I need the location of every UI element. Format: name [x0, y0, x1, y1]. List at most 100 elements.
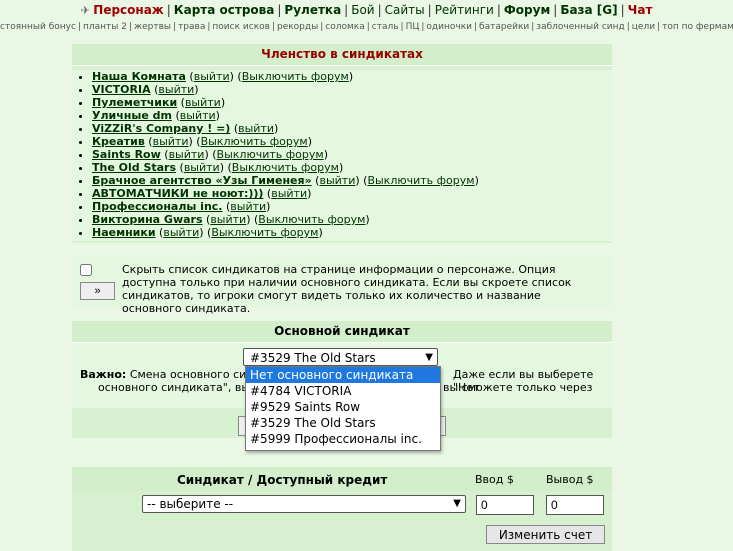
- subnav-separator: |: [173, 22, 177, 32]
- leave-syndicate-link[interactable]: выйти: [319, 174, 355, 187]
- subnav-separator: |: [128, 22, 132, 32]
- leave-syndicate-link[interactable]: выйти: [210, 213, 246, 226]
- syndicate-list-item: VICTORIA (выйти): [92, 83, 612, 96]
- withdraw-input[interactable]: [546, 495, 604, 515]
- dropdown-option[interactable]: #9529 Saints Row: [246, 399, 440, 415]
- leave-syndicate-link[interactable]: выйти: [153, 135, 189, 148]
- nav-separator: |: [553, 3, 558, 17]
- chevron-down-icon: ▼: [453, 498, 461, 509]
- main-syndicate-dropdown[interactable]: Нет основного синдиката #4784 VICTORIA #95…: [245, 366, 441, 451]
- plane-icon: ✈: [80, 4, 94, 17]
- disable-forum-link[interactable]: Выключить форум: [242, 70, 349, 83]
- subnav-link[interactable]: батарейки: [479, 22, 529, 32]
- change-account-button[interactable]: Изменить счет: [486, 525, 605, 544]
- syndicate-list: Наша Комната (выйти) (Выключить форум)VI…: [72, 70, 612, 241]
- disable-forum-link[interactable]: Выключить форум: [232, 161, 339, 174]
- leave-syndicate-link[interactable]: выйти: [180, 109, 216, 122]
- subnav-link[interactable]: жертвы: [134, 22, 171, 32]
- credit-panel: Синдикат / Доступный кредит Ввод $ Вывод…: [72, 467, 612, 551]
- apply-hide-button[interactable]: »: [80, 282, 115, 300]
- nav-link[interactable]: Карта острова: [174, 3, 275, 17]
- syndicate-list-item: Уличные dm (выйти): [92, 109, 612, 122]
- deposit-input[interactable]: [476, 495, 534, 515]
- dropdown-option[interactable]: #3529 The Old Stars: [246, 415, 440, 431]
- nav-link[interactable]: База [G]: [560, 3, 617, 17]
- nav-link[interactable]: Чат: [628, 3, 653, 17]
- subnav-link[interactable]: цели: [632, 22, 655, 32]
- subnav-link[interactable]: трава: [178, 22, 205, 32]
- syndicate-link[interactable]: VICTORIA: [92, 83, 151, 96]
- subnav-separator: |: [271, 22, 275, 32]
- nav-link[interactable]: Сайты: [385, 3, 425, 17]
- subnav-link[interactable]: стоянный бонус: [0, 22, 76, 32]
- disable-forum-link[interactable]: Выключить форум: [201, 135, 308, 148]
- syndicate-link[interactable]: Пулеметчики: [92, 96, 177, 109]
- hide-list-checkbox[interactable]: [80, 264, 92, 276]
- leave-syndicate-link[interactable]: выйти: [271, 187, 307, 200]
- disable-forum-link[interactable]: Выключить форум: [211, 226, 318, 239]
- dropdown-option[interactable]: Нет основного синдиката: [246, 367, 440, 383]
- subnav-separator: |: [77, 22, 81, 32]
- syndicate-link[interactable]: Saints Row: [92, 148, 161, 161]
- syndicate-link[interactable]: Профессионалы inc.: [92, 200, 222, 213]
- leave-syndicate-link[interactable]: выйти: [184, 161, 220, 174]
- credit-title: Синдикат / Доступный кредит: [177, 473, 388, 487]
- syndicate-link[interactable]: АВТОМАТЧИКИ не ноют:))): [92, 187, 263, 200]
- subnav-link[interactable]: сталь: [372, 22, 399, 32]
- nav-separator: |: [277, 3, 282, 17]
- hide-list-description: Скрыть список синдикатов на странице инф…: [122, 263, 572, 315]
- syndicate-link[interactable]: Наша Комната: [92, 70, 186, 83]
- syndicate-list-item: Брачное агентство «Узы Гименея» (выйти) …: [92, 174, 612, 187]
- nav-separator: |: [377, 3, 382, 17]
- leave-syndicate-link[interactable]: выйти: [238, 122, 274, 135]
- leave-syndicate-link[interactable]: выйти: [163, 226, 199, 239]
- nav-link[interactable]: Форум: [504, 3, 550, 17]
- nav-separator: |: [496, 3, 501, 17]
- syndicate-list-item: Наемники (выйти) (Выключить форум): [92, 226, 612, 239]
- leave-syndicate-link[interactable]: выйти: [158, 83, 194, 96]
- nav-link[interactable]: Рулетка: [284, 3, 341, 17]
- nav-separator: |: [166, 3, 171, 17]
- top-navigation: ✈ Персонаж | Карта острова | Рулетка | Бой | Сай…: [0, 0, 733, 20]
- syndicate-link[interactable]: Наемники: [92, 226, 156, 239]
- syndicate-link[interactable]: Уличные dm: [92, 109, 172, 122]
- subnav-link[interactable]: топ по фермам: [662, 22, 733, 32]
- dropdown-option[interactable]: #4784 VICTORIA: [246, 383, 440, 399]
- disable-forum-link[interactable]: Выключить форум: [258, 213, 365, 226]
- nav-link[interactable]: Персонаж: [93, 3, 163, 17]
- leave-syndicate-link[interactable]: выйти: [230, 200, 266, 213]
- subnav-separator: |: [207, 22, 211, 32]
- syndicate-link[interactable]: The Old Stars: [92, 161, 176, 174]
- syndicate-list-item: The Old Stars (выйти) (Выключить форум): [92, 161, 612, 174]
- leave-syndicate-link[interactable]: выйти: [169, 148, 205, 161]
- syndicate-link[interactable]: Викторина Gwars: [92, 213, 203, 226]
- syndicate-list-item: Профессионалы inc. (выйти): [92, 200, 612, 213]
- subnav-separator: |: [320, 22, 324, 32]
- syndicate-link[interactable]: Брачное агентство «Узы Гименея»: [92, 174, 312, 187]
- subnav-link[interactable]: заблоченный синд: [536, 22, 624, 32]
- leave-syndicate-link[interactable]: выйти: [185, 96, 221, 109]
- syndicate-link[interactable]: ViZZiR's Company ! =): [92, 122, 230, 135]
- subnav-link[interactable]: рекорды: [277, 22, 318, 32]
- subnav-link[interactable]: поиск исков: [212, 22, 270, 32]
- subnav-separator: |: [366, 22, 370, 32]
- syndicate-link[interactable]: Креатив: [92, 135, 145, 148]
- nav-separator: |: [427, 3, 432, 17]
- subnav-link[interactable]: ПЦ: [406, 22, 420, 32]
- credit-syndicate-select[interactable]: -- выберите -- ▼: [142, 495, 466, 513]
- credit-header: Синдикат / Доступный кредит Ввод $ Вывод…: [72, 467, 612, 491]
- subnav-link[interactable]: соломка: [325, 22, 364, 32]
- syndicate-list-item: Креатив (выйти) (Выключить форум): [92, 135, 612, 148]
- nav-link[interactable]: Бой: [351, 3, 374, 17]
- disable-forum-link[interactable]: Выключить форум: [217, 148, 324, 161]
- leave-syndicate-link[interactable]: выйти: [194, 70, 230, 83]
- subnav-link[interactable]: одиночки: [426, 22, 472, 32]
- nav-separator: |: [344, 3, 349, 17]
- syndicate-list-item: Викторина Gwars (выйти) (Выключить форум…: [92, 213, 612, 226]
- main-syndicate-select[interactable]: #3529 The Old Stars ▼: [243, 348, 438, 366]
- dropdown-option[interactable]: #5999 Профессионалы inc.: [246, 431, 440, 447]
- disable-forum-link[interactable]: Выключить форум: [367, 174, 474, 187]
- nav-link[interactable]: Рейтинги: [435, 3, 494, 17]
- chevron-down-icon: ▼: [425, 352, 433, 363]
- subnav-link[interactable]: планты 2: [83, 22, 127, 32]
